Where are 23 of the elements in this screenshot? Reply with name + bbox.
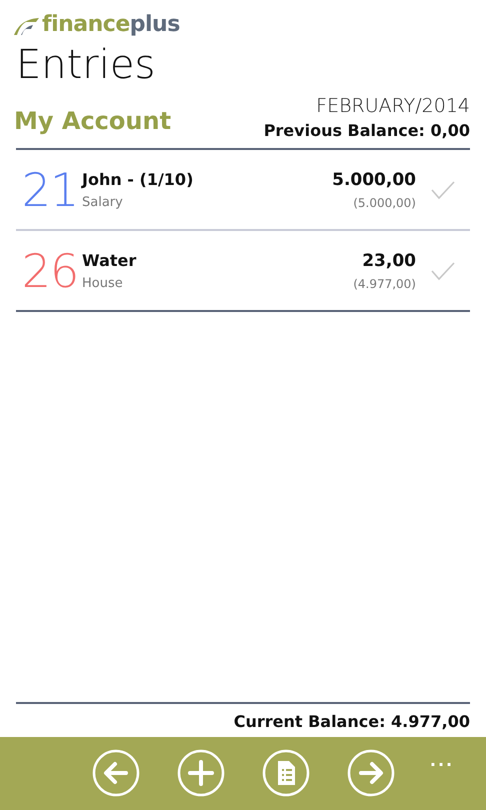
previous-balance: Previous Balance: 0,00 [264, 121, 470, 140]
forward-arrow-button[interactable] [346, 749, 394, 797]
document-list-button[interactable] [262, 749, 310, 797]
entry-category: House [82, 276, 124, 290]
entry-amount: 23,00 [362, 250, 416, 270]
entry-category: Salary [82, 194, 124, 210]
current-balance: Current Balance: 4.977,00 [234, 712, 470, 731]
more-button[interactable]: ... [418, 737, 466, 785]
day-number: 26 [20, 248, 80, 294]
check-icon[interactable] [430, 178, 456, 200]
entry-title: John - (1/10) [82, 170, 194, 188]
back-arrow-button[interactable] [92, 749, 140, 797]
page-title: Entries [16, 41, 156, 89]
account-name: My Account [14, 107, 172, 137]
day-number: 21 [20, 166, 80, 212]
running-balance: (4.977,00) [353, 276, 416, 290]
entry-amount: 5.000,00 [332, 170, 416, 190]
check-icon[interactable] [430, 260, 456, 282]
add-button[interactable] [176, 749, 224, 797]
running-balance: (5.000,00) [353, 196, 416, 210]
entry-title: Water [82, 250, 138, 270]
app-logo: financeplus [42, 12, 180, 37]
period-label: FEBRUARY/2014 [316, 95, 470, 117]
